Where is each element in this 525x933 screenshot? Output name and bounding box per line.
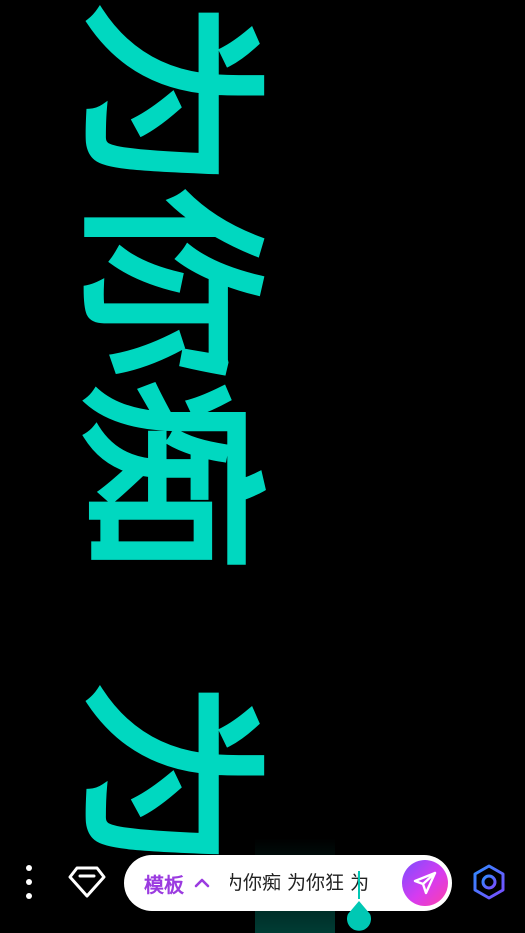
more-menu-button[interactable] xyxy=(14,865,44,899)
template-button[interactable]: 模板 xyxy=(144,855,210,911)
send-button[interactable] xyxy=(402,860,448,906)
paper-plane-icon xyxy=(413,871,437,895)
bottom-toolbar: 模板 为你痴 为你狂 为 xyxy=(0,853,525,931)
more-vertical-icon-dot xyxy=(26,893,32,899)
chevron-up-icon xyxy=(194,878,210,888)
vip-button[interactable] xyxy=(68,864,106,900)
caret-handle-icon[interactable] xyxy=(345,901,373,931)
led-marquee-screen: 为你痴为 模板 为你痴 为你狂 为 xyxy=(0,0,525,933)
text-input-bar: 模板 为你痴 为你狂 为 xyxy=(124,855,452,931)
diamond-icon xyxy=(68,866,106,898)
more-vertical-icon xyxy=(26,865,32,871)
marquee-display: 为你痴为 xyxy=(0,0,525,933)
marquee-phrase-repeat: 为 xyxy=(57,680,278,871)
text-caret xyxy=(358,871,360,899)
settings-button[interactable] xyxy=(470,863,508,901)
hexagon-gear-icon xyxy=(473,864,505,900)
template-label: 模板 xyxy=(144,872,184,897)
marquee-text: 为你痴为 xyxy=(57,0,278,870)
more-vertical-icon-dot xyxy=(26,879,32,885)
marquee-phrase: 为你痴 xyxy=(57,0,278,571)
